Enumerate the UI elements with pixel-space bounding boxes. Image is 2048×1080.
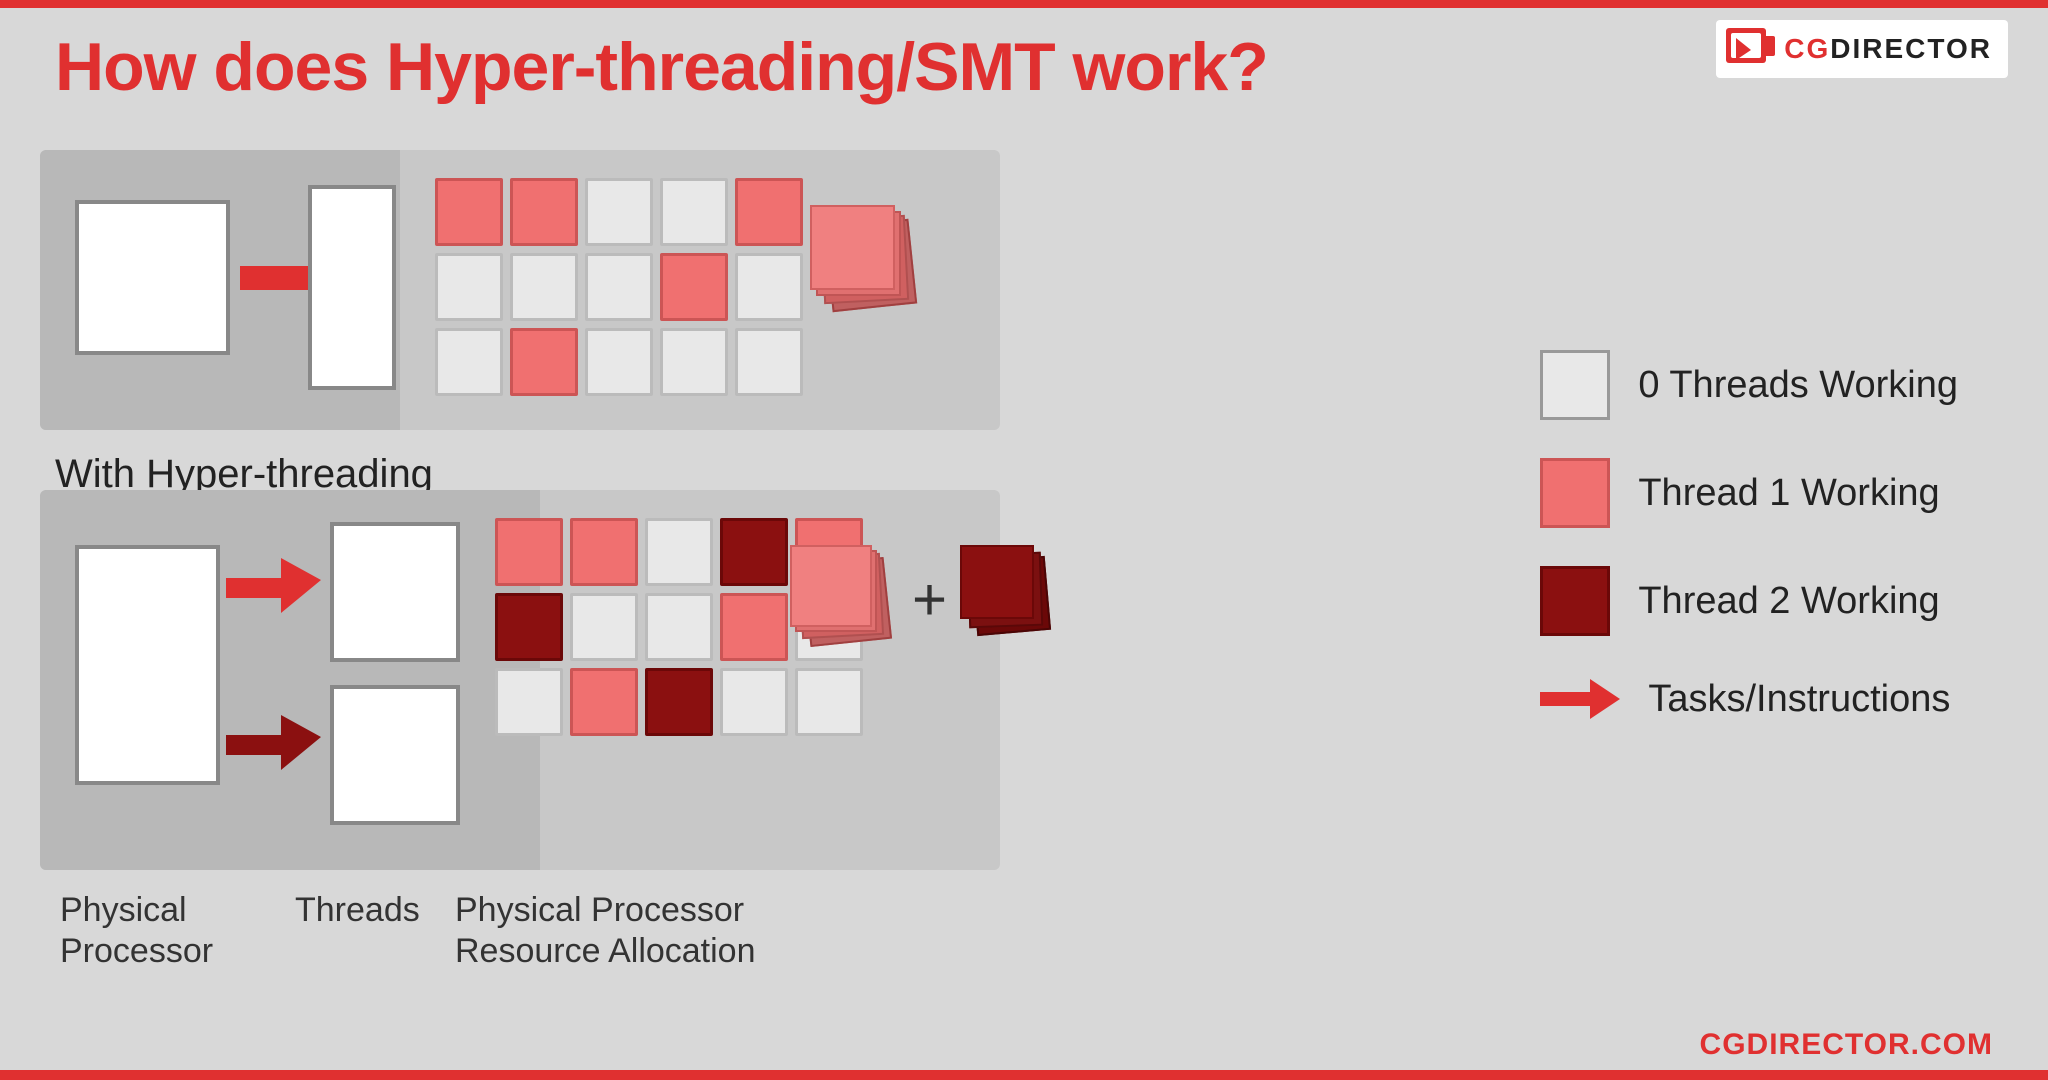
legend-label-tasks: Tasks/Instructions — [1648, 678, 1950, 721]
cell — [645, 593, 713, 661]
core-box-without — [308, 185, 396, 390]
legend-item-tasks: Tasks/Instructions — [1540, 674, 1958, 724]
grid-without — [435, 178, 803, 396]
label-resource-allocation: Physical ProcessorResource Allocation — [455, 890, 756, 972]
legend-item-0-threads: 0 Threads Working — [1540, 350, 1958, 420]
stacked-pages-without — [810, 205, 920, 315]
cell — [585, 178, 653, 246]
cell — [435, 178, 503, 246]
cell — [795, 668, 863, 736]
cell — [495, 668, 563, 736]
thread-box-1 — [330, 522, 460, 662]
cell — [570, 593, 638, 661]
cell — [735, 253, 803, 321]
cell — [735, 178, 803, 246]
cell — [660, 328, 728, 396]
cell — [660, 253, 728, 321]
bottom-bar — [0, 1070, 2048, 1080]
cell — [495, 518, 563, 586]
watermark: CGDIRECTOR.COM — [1700, 1028, 1993, 1062]
cell — [585, 328, 653, 396]
logo-icon — [1726, 28, 1776, 70]
logo-text: CGDIRECTOR — [1784, 33, 1992, 65]
stacked-pages-with-1 — [790, 545, 895, 650]
legend: 0 Threads Working Thread 1 Working Threa… — [1540, 350, 1958, 762]
legend-item-thread1: Thread 1 Working — [1540, 458, 1958, 528]
cell — [720, 593, 788, 661]
cell — [570, 518, 638, 586]
legend-box-red2 — [1540, 566, 1610, 636]
proc-box-without — [75, 200, 230, 355]
proc-box-with — [75, 545, 220, 785]
cell — [510, 328, 578, 396]
legend-item-thread2: Thread 2 Working — [1540, 566, 1958, 636]
cell — [645, 518, 713, 586]
without-panel — [40, 150, 1000, 430]
cell — [570, 668, 638, 736]
cell — [720, 518, 788, 586]
cell — [435, 253, 503, 321]
label-physical-processor: PhysicalProcessor — [60, 890, 213, 972]
legend-label-thread2: Thread 2 Working — [1638, 580, 1939, 623]
stacked-pages-with-2 — [960, 545, 1055, 640]
arrow-thread2 — [226, 715, 321, 775]
cell — [645, 668, 713, 736]
legend-label-0-threads: 0 Threads Working — [1638, 364, 1958, 407]
label-threads: Threads — [295, 890, 420, 931]
legend-box-empty — [1540, 350, 1610, 420]
cell — [720, 668, 788, 736]
legend-label-thread1: Thread 1 Working — [1638, 472, 1939, 515]
top-bar — [0, 0, 2048, 8]
page-title: How does Hyper-threading/SMT work? — [55, 28, 1268, 106]
plus-sign: + — [912, 565, 947, 634]
with-panel: + — [40, 490, 1000, 870]
legend-arrow-icon — [1540, 674, 1620, 724]
cell — [735, 328, 803, 396]
cell — [495, 593, 563, 661]
arrow-thread1 — [226, 558, 321, 618]
legend-box-red1 — [1540, 458, 1610, 528]
cell — [510, 178, 578, 246]
thread-box-2 — [330, 685, 460, 825]
cell — [435, 328, 503, 396]
cell — [585, 253, 653, 321]
cell — [660, 178, 728, 246]
cell — [510, 253, 578, 321]
logo: CGDIRECTOR — [1716, 20, 2008, 78]
